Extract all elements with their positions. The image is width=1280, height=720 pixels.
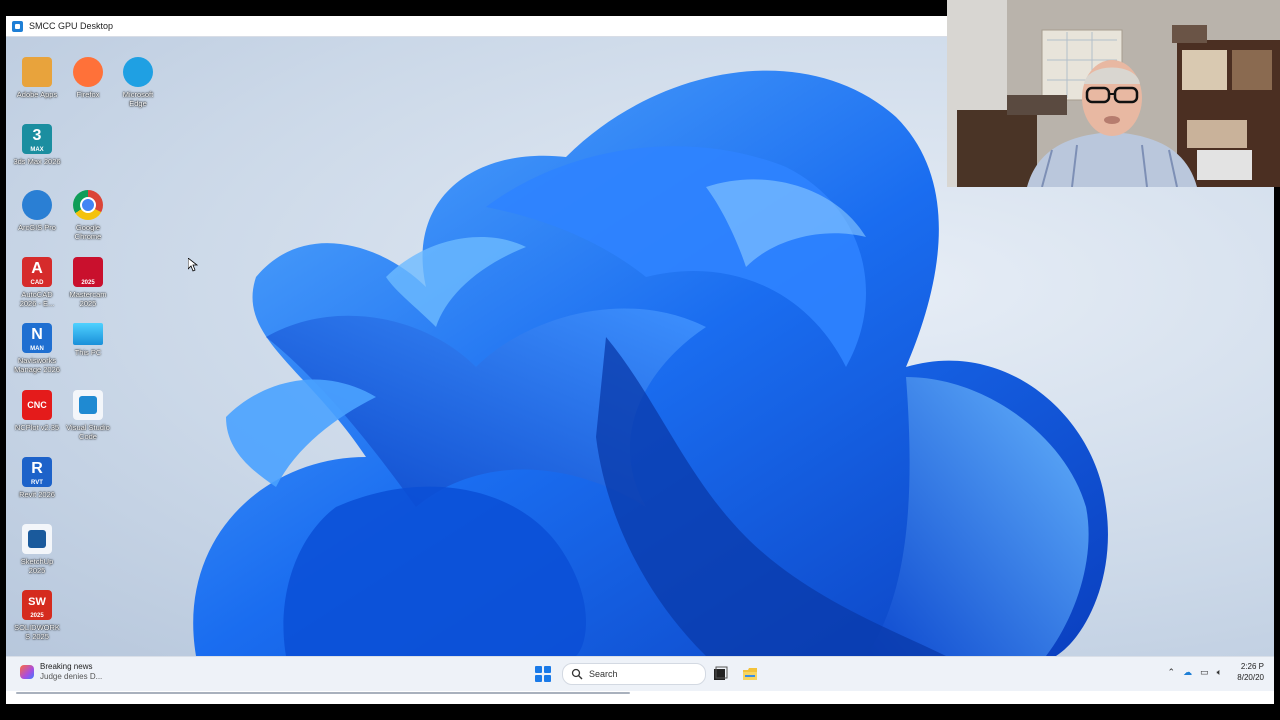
desktop-icon-this-pc[interactable]: This PC [63,323,113,357]
revit-icon: R RVT [22,457,52,487]
desktop-icon-chrome[interactable]: Google Chrome [63,190,113,241]
news-title: Breaking news [40,662,93,671]
sketchup-icon [22,524,52,554]
desktop-icon-sketchup[interactable]: SketchUp 2025 [12,524,62,575]
desktop-icon-firefox[interactable]: Firefox [63,57,113,99]
desktop-icon-label: Google Chrome [74,223,102,241]
app-icon [12,20,23,32]
file-explorer-icon[interactable] [742,666,758,682]
horizontal-scrollbar[interactable] [16,692,630,694]
autocad-icon: A CAD [22,257,52,287]
vscode-icon [73,390,103,420]
search-icon [571,668,583,680]
news-subtitle: Judge denies D... [40,672,103,681]
desktop-icon-label: 3ds Max 2026 [13,157,61,166]
arcgis-icon [22,190,52,220]
desktop-icon-label: AutoCAD 2026 - E... [19,290,55,308]
clock-time: 2:26 P [1240,662,1264,671]
cloud-icon[interactable]: ☁ [1183,667,1192,678]
taskbar-clock[interactable]: 2:26 P 8/20/20 [1234,661,1264,683]
navisworks-icon: N MAN [22,323,52,353]
desktop-icon-mastercam[interactable]: 2025 Mastercam 2025 [63,257,113,308]
desktop-icon-solidworks[interactable]: SW 2025 SOLIDWORKS 2025 [12,590,62,641]
mouse-pointer-icon [188,258,198,272]
desktop-icon-3dsmax[interactable]: 3 MAX 3ds Max 2026 [12,124,62,166]
news-icon [20,665,34,679]
clock-date: 8/20/20 [1237,673,1264,682]
desktop-icon-label: Microsoft Edge [122,90,154,108]
desktop-icon-ncplot[interactable]: CNC NCPlot v2.35 [12,390,62,432]
desktop-icon-label: Visual Studio Code [66,423,110,441]
chrome-icon [73,190,103,220]
desktop-icon-label: This PC [74,348,102,357]
webcam-video-feed [947,0,1280,187]
news-widget[interactable]: Breaking news Judge denies D... [20,662,102,682]
search-placeholder: Search [589,669,618,679]
desktop-icon-autocad[interactable]: A CAD AutoCAD 2026 - E... [12,257,62,308]
desktop-icon-label: Firefox [76,90,100,99]
windows-logo-icon [535,666,542,673]
3dsmax-icon: 3 MAX [22,124,52,154]
desktop-icon-label: Adobe Apps [16,90,58,99]
desktop-icon-vscode[interactable]: Visual Studio Code [63,390,113,441]
window-title: SMCC GPU Desktop [29,21,114,31]
desktop-icon-label: NCPlot v2.35 [14,423,60,432]
ncplot-icon: CNC [22,390,52,420]
desktop-icon-arcgis[interactable]: ArcGIS Pro [12,190,62,232]
desktop-icon-navisworks[interactable]: N MAN Navisworks Manage 2026 [12,323,62,374]
taskbar-search[interactable]: Search [562,663,706,685]
this-pc-icon [73,323,103,345]
start-button[interactable] [535,666,551,682]
solidworks-icon: SW 2025 [22,590,52,620]
desktop-icon-label: Mastercam 2025 [69,290,107,308]
webcam-overlay [947,0,1280,187]
adobe-apps-icon [22,57,52,87]
desktop-icon-label: Navisworks Manage 2026 [14,356,60,374]
network-icon[interactable]: ▭ [1200,667,1209,678]
taskbar: Breaking news Judge denies D... Search ⌃ [6,656,1274,691]
desktop-icon-label: SketchUp 2025 [20,557,54,575]
desktop-icon-revit[interactable]: R RVT Revit 2026 [12,457,62,499]
desktop-icon-label: Revit 2026 [19,490,55,499]
mastercam-icon: 2025 [73,257,103,287]
edge-icon [123,57,153,87]
chevron-up-icon[interactable]: ⌃ [1168,667,1176,678]
desktop-icon-label: ArcGIS Pro [18,223,56,232]
system-tray: ⌃ ☁ ▭ 🔈︎ 2:26 P 8/20/20 [1164,661,1264,683]
desktop-icon-label: SOLIDWORKS 2025 [14,623,60,641]
desktop-icon-adobe-apps[interactable]: Adobe Apps [12,57,62,99]
task-view-icon[interactable] [712,666,728,682]
desktop-icon-edge[interactable]: Microsoft Edge [113,57,163,108]
firefox-icon [73,57,103,87]
volume-icon[interactable]: 🔈︎ [1217,667,1222,678]
